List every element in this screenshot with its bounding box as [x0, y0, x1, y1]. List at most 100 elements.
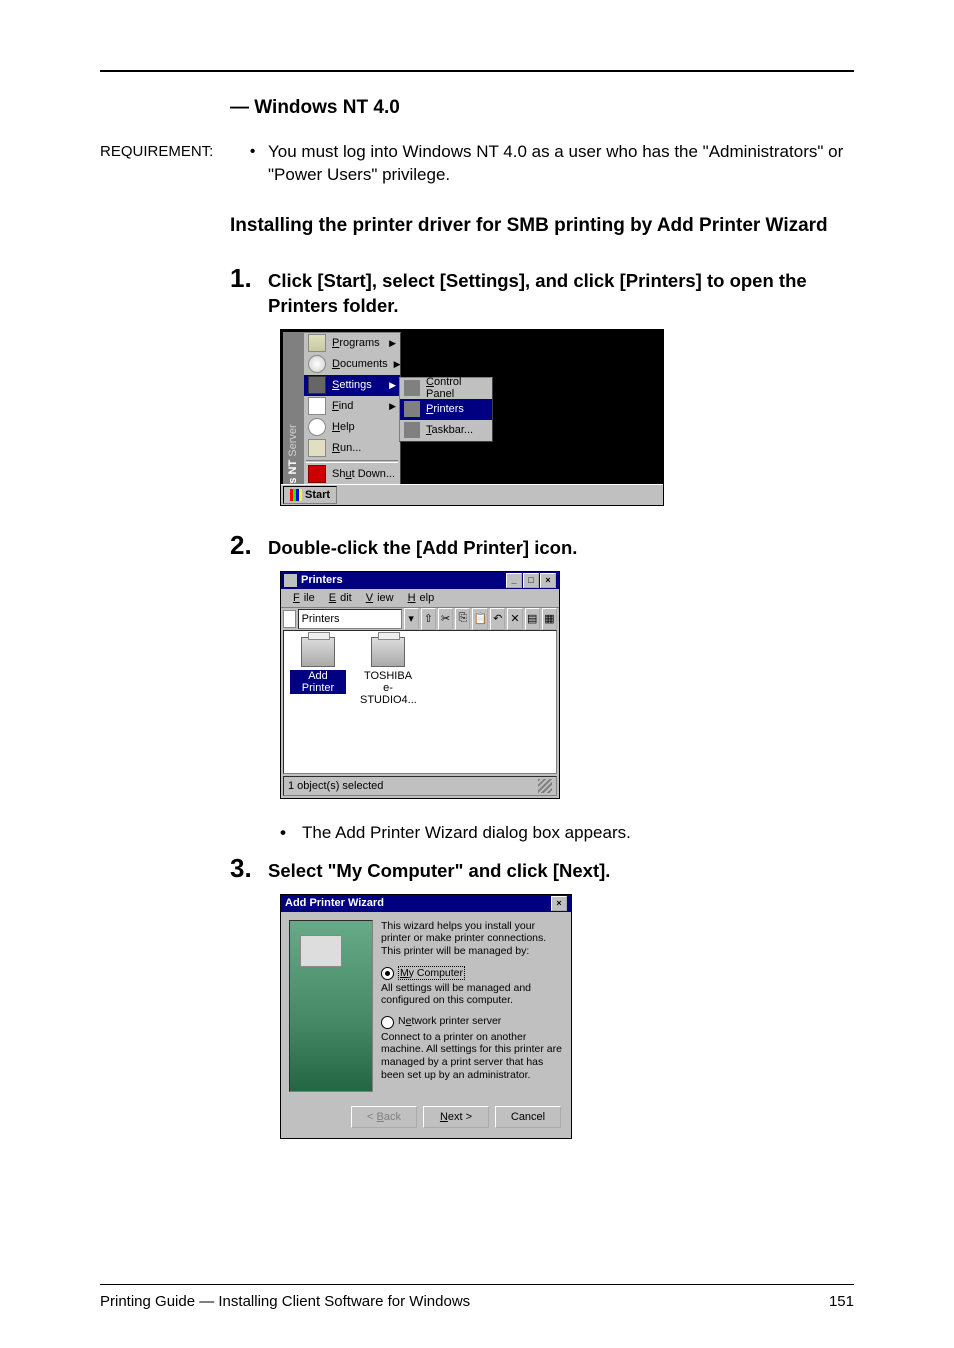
delete-button[interactable]: ✕	[507, 608, 522, 630]
settings-submenu[interactable]: Control Panel Printers Taskbar...	[399, 377, 493, 442]
taskbar-icon	[404, 422, 420, 438]
requirement-label: REQUIREMENT:	[100, 141, 250, 187]
undo-button[interactable]: ↶	[490, 608, 505, 630]
find-icon	[308, 397, 326, 415]
radio-dot-icon	[381, 1016, 394, 1029]
start-button[interactable]: Start	[283, 486, 337, 504]
control-panel-icon	[404, 380, 420, 396]
maximize-button[interactable]: □	[523, 573, 539, 588]
menu-run[interactable]: Run...	[304, 438, 400, 459]
network-desc: Connect to a printer on another machine.…	[381, 1031, 563, 1081]
help-icon	[308, 418, 326, 436]
chevron-right-icon: ▶	[394, 359, 401, 370]
step-3-number: 3.	[230, 853, 252, 883]
chevron-right-icon: ▶	[389, 380, 396, 391]
next-button[interactable]: Next >	[423, 1106, 489, 1128]
dialog-titlebar: Add Printer Wizard ×	[281, 895, 571, 912]
submenu-control-panel[interactable]: Control Panel	[400, 378, 492, 399]
add-printer-icon-cell[interactable]: Add Printer	[290, 637, 346, 767]
menu-help[interactable]: Help	[400, 592, 439, 604]
bullet: •	[250, 141, 268, 187]
documents-icon	[308, 355, 326, 373]
windows-logo-icon	[290, 489, 302, 501]
menu-shutdown[interactable]: Shut Down...	[304, 464, 400, 485]
address-field[interactable]: Printers	[298, 609, 402, 629]
run-icon	[308, 439, 326, 457]
window-title: Printers	[301, 574, 343, 586]
os-heading: — Windows NT 4.0	[230, 97, 854, 119]
screenshot-printers-window: Printers _ □ × File Edit View Help Print…	[280, 571, 854, 799]
step-2: 2. Double-click the [Add Printer] icon.	[230, 530, 854, 561]
window-titlebar: Printers _ □ ×	[281, 572, 559, 589]
start-menu[interactable]: Programs▶ Documents▶ Settings▶ Find▶ Hel…	[303, 332, 401, 485]
banner-text-b: Server	[287, 424, 299, 459]
requirement-text: You must log into Windows NT 4.0 as a us…	[268, 141, 854, 187]
address-text: Printers	[302, 613, 340, 625]
menu-programs[interactable]: Programs▶	[304, 333, 400, 354]
wizard-graphic	[289, 920, 373, 1092]
resize-grip-icon[interactable]	[538, 779, 552, 793]
chevron-right-icon: ▶	[389, 338, 396, 349]
menu-file[interactable]: File	[285, 592, 319, 604]
submenu-taskbar[interactable]: Taskbar...	[400, 420, 492, 441]
menu-view[interactable]: View	[358, 592, 398, 604]
start-menu-banner: Windows NT Server	[283, 332, 303, 485]
folder-body[interactable]: Add Printer TOSHIBA e-STUDIO4...	[283, 630, 557, 774]
menu-edit[interactable]: Edit	[321, 592, 356, 604]
task-heading: Installing the printer driver for SMB pr…	[230, 215, 854, 237]
properties-button[interactable]: ▤	[525, 608, 540, 630]
step-1-number: 1.	[230, 263, 252, 293]
page-footer: Printing Guide — Installing Client Softw…	[100, 1284, 854, 1310]
toshiba-printer-label: TOSHIBA e-STUDIO4...	[360, 670, 417, 706]
shutdown-icon	[308, 465, 326, 483]
start-label: Start	[305, 489, 330, 501]
printers-icon	[404, 401, 420, 417]
cut-button[interactable]: ✂	[438, 608, 453, 630]
toolbar: Printers ▾ ⇧ ✂ ⎘ 📋 ↶ ✕ ▤ ▦	[281, 607, 559, 630]
menu-find[interactable]: Find▶	[304, 396, 400, 417]
paste-button[interactable]: 📋	[472, 608, 488, 630]
up-button[interactable]: ⇧	[421, 608, 436, 630]
radio-network-printer[interactable]: Network printer server	[381, 1015, 563, 1029]
menu-help[interactable]: Help	[304, 417, 400, 438]
toshiba-printer-icon-cell[interactable]: TOSHIBA e-STUDIO4...	[360, 637, 416, 767]
close-button[interactable]: ×	[540, 573, 556, 588]
printers-folder-icon	[284, 574, 297, 587]
views-button[interactable]: ▦	[542, 608, 557, 630]
menu-settings[interactable]: Settings▶	[304, 375, 400, 396]
step-3: 3. Select "My Computer" and click [Next]…	[230, 853, 854, 884]
footer-left: Printing Guide — Installing Client Softw…	[100, 1293, 470, 1310]
copy-button[interactable]: ⎘	[455, 608, 470, 630]
radio-my-computer[interactable]: My Computer	[381, 966, 563, 980]
footer-page-number: 151	[829, 1293, 854, 1310]
menubar[interactable]: File Edit View Help	[281, 589, 559, 607]
dropdown-button[interactable]: ▾	[404, 608, 419, 630]
submenu-printers[interactable]: Printers	[400, 399, 492, 420]
taskbar: Start	[281, 484, 663, 505]
status-bar: 1 object(s) selected	[283, 776, 557, 796]
status-text: 1 object(s) selected	[288, 780, 383, 792]
step-3-text: Select "My Computer" and click [Next].	[264, 859, 854, 884]
step-2-note-row: • The Add Printer Wizard dialog box appe…	[280, 823, 854, 843]
close-button[interactable]: ×	[551, 896, 567, 911]
back-button: < Back	[351, 1106, 417, 1128]
programs-icon	[308, 334, 326, 352]
wizard-intro: This wizard helps you install your print…	[381, 920, 563, 958]
menu-separator	[306, 460, 398, 463]
step-2-text: Double-click the [Add Printer] icon.	[264, 536, 854, 561]
step-1: 1. Click [Start], select [Settings], and…	[230, 263, 854, 319]
screenshot-add-printer-wizard: Add Printer Wizard × This wizard helps y…	[280, 894, 854, 1139]
folder-icon	[283, 610, 296, 628]
requirement-row: REQUIREMENT: • You must log into Windows…	[100, 141, 854, 187]
add-printer-label: Add Printer	[290, 670, 346, 694]
top-rule	[100, 70, 854, 72]
dialog-title: Add Printer Wizard	[285, 897, 384, 909]
minimize-button[interactable]: _	[506, 573, 522, 588]
cancel-button[interactable]: Cancel	[495, 1106, 561, 1128]
step-2-number: 2.	[230, 530, 252, 560]
menu-documents[interactable]: Documents▶	[304, 354, 400, 375]
step-2-note: The Add Printer Wizard dialog box appear…	[302, 823, 854, 843]
cancel-label: Cancel	[511, 1111, 545, 1123]
my-computer-desc: All settings will be managed and configu…	[381, 982, 563, 1007]
bullet: •	[280, 823, 302, 843]
